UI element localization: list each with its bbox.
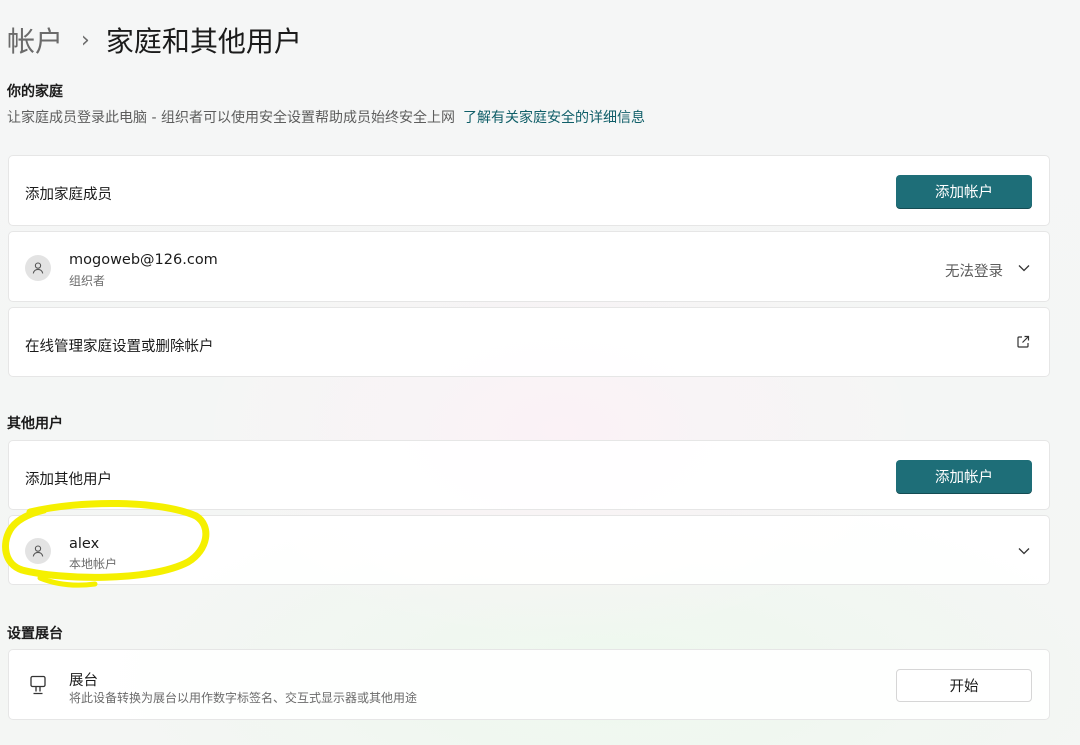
page-title: 家庭和其他用户 [105, 25, 302, 58]
avatar [25, 538, 51, 564]
kiosk-title: 展台 [69, 673, 98, 689]
chevron-down-icon[interactable] [1017, 544, 1031, 558]
chevron-down-icon[interactable] [1017, 261, 1031, 275]
open-external-icon [1017, 335, 1030, 348]
add-family-member-label: 添加家庭成员 [25, 187, 112, 203]
family-member-role: 组织者 [69, 274, 106, 288]
kiosk-card: 展台 将此设备转换为展台以用作数字标签名、交互式显示器或其他用途 开始 [8, 649, 1050, 720]
other-user-row[interactable]: alex 本地帐户 [8, 515, 1050, 585]
breadcrumb-parent[interactable]: 帐户 [7, 20, 63, 60]
family-safety-link[interactable]: 了解有关家庭安全的详细信息 [463, 110, 645, 126]
add-other-user-card: 添加其他用户 添加帐户 [8, 440, 1050, 510]
kiosk-icon [30, 675, 46, 695]
family-description: 让家庭成员登录此电脑 - 组织者可以使用安全设置帮助成员始终安全上网 了解有关家庭… [7, 107, 645, 127]
family-member-name: mogoweb@126.com [69, 252, 218, 268]
kiosk-start-button[interactable]: 开始 [896, 669, 1032, 702]
other-user-type: 本地帐户 [69, 557, 118, 571]
family-member-row[interactable]: mogoweb@126.com 组织者 无法登录 [8, 231, 1050, 302]
avatar [25, 255, 51, 281]
add-family-account-button[interactable]: 添加帐户 [896, 175, 1032, 208]
add-other-user-label: 添加其他用户 [25, 472, 112, 488]
person-icon [32, 545, 44, 557]
add-family-member-card: 添加家庭成员 添加帐户 [8, 155, 1050, 226]
other-users-heading: 其他用户 [7, 416, 63, 432]
person-icon [32, 262, 44, 274]
breadcrumb: 帐户 › 家庭和其他用户 [7, 18, 302, 62]
breadcrumb-separator: › [81, 27, 90, 53]
kiosk-heading: 设置展台 [7, 626, 63, 642]
manage-family-label: 在线管理家庭设置或删除帐户 [25, 339, 214, 355]
add-other-account-button[interactable]: 添加帐户 [896, 460, 1032, 493]
family-member-status: 无法登录 [945, 264, 1003, 280]
kiosk-description: 将此设备转换为展台以用作数字标签名、交互式显示器或其他用途 [69, 691, 418, 705]
manage-family-online-row[interactable]: 在线管理家庭设置或删除帐户 [8, 307, 1050, 377]
family-heading: 你的家庭 [7, 84, 63, 100]
family-description-text: 让家庭成员登录此电脑 - 组织者可以使用安全设置帮助成员始终安全上网 [7, 110, 455, 126]
other-user-name: alex [69, 536, 100, 552]
